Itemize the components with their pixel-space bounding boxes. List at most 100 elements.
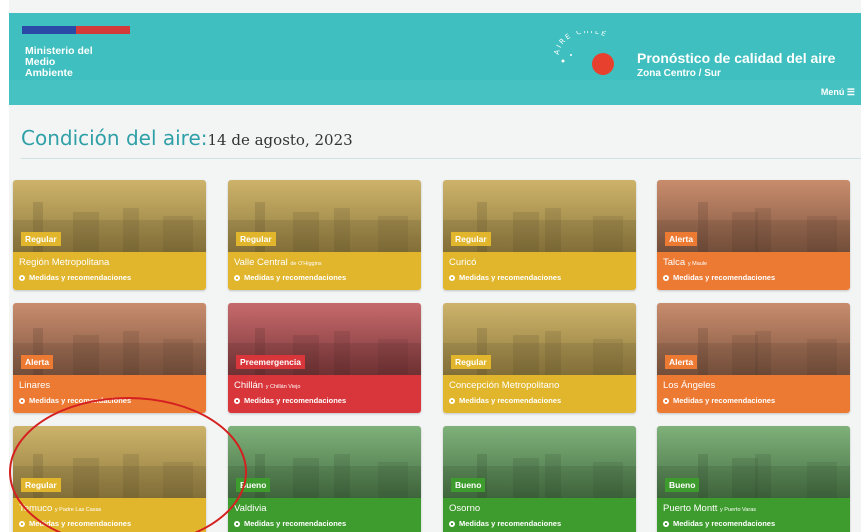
medidas-link[interactable]: Medidas y recomendaciones [234, 273, 346, 282]
status-badge: Alerta [665, 232, 698, 246]
medidas-label: Medidas y recomendaciones [673, 519, 776, 528]
region-suffix: y Maule [687, 261, 708, 267]
region-name[interactable]: Valle Central de O'Higgins [234, 257, 322, 268]
medidas-label: Medidas y recomendaciones [244, 519, 347, 528]
region-name[interactable]: Curicó [449, 257, 476, 268]
region-name[interactable]: Los Ángeles [663, 380, 715, 391]
region-label: Curicó [449, 257, 477, 268]
circle-bullet-icon [19, 274, 25, 281]
circle-bullet-icon [449, 520, 455, 527]
region-name[interactable]: Región Metropolitana [19, 257, 109, 268]
region-card[interactable]: Regular Curicó Medidas y recomendaciones [443, 180, 636, 290]
status-badge: Preemergencia [236, 355, 305, 369]
medidas-link[interactable]: Medidas y recomendaciones [663, 273, 775, 282]
status-badge: Bueno [665, 478, 700, 492]
medidas-link[interactable]: Medidas y recomendaciones [449, 273, 561, 282]
circle-bullet-icon [234, 520, 240, 527]
region-label: Chillán [234, 380, 264, 391]
region-card[interactable]: Regular Concepción Metropolitano Medidas… [443, 303, 636, 413]
region-photo[interactable]: Preemergencia [228, 303, 421, 375]
status-badge: Regular [451, 232, 491, 246]
region-photo[interactable]: Alerta [13, 303, 206, 375]
region-name[interactable]: Puerto Montt y Puerto Varas [663, 503, 756, 514]
ministry-line: Ambiente [25, 67, 73, 79]
region-suffix: y Puerto Varas [720, 507, 757, 513]
region-card[interactable]: Preemergencia Chillán y Chillán Viejo Me… [228, 303, 421, 413]
region-photo[interactable]: Regular [13, 180, 206, 252]
region-card[interactable]: Alerta Los Ángeles Medidas y recomendaci… [657, 303, 850, 413]
region-label: Concepción Metropolitano [449, 380, 560, 391]
medidas-link[interactable]: Medidas y recomendaciones [663, 396, 775, 405]
circle-bullet-icon [234, 397, 240, 404]
region-photo[interactable]: Regular [443, 180, 636, 252]
region-name[interactable]: Osorno [449, 503, 480, 514]
medidas-label: Medidas y recomendaciones [459, 273, 562, 282]
region-photo[interactable]: Alerta [657, 180, 850, 252]
medidas-link[interactable]: Medidas y recomendaciones [234, 519, 346, 528]
site-subtitle: Zona Centro / Sur [637, 68, 721, 79]
region-card[interactable]: Regular Región Metropolitana Medidas y r… [13, 180, 206, 290]
region-photo[interactable]: Regular [228, 180, 421, 252]
region-label: Región Metropolitana [19, 257, 110, 268]
condition-heading: Condición del aire:14 de agosto, 2023 [21, 126, 353, 150]
region-suffix: de O'Higgins [290, 261, 322, 267]
region-name[interactable]: Linares [19, 380, 50, 391]
highlight-circle [9, 397, 247, 532]
condition-date: 14 de agosto, 2023 [207, 131, 353, 149]
region-label: Valdivia [234, 503, 267, 514]
region-label: Puerto Montt [663, 503, 718, 514]
circle-bullet-icon [663, 397, 669, 404]
region-card[interactable]: Alerta Linares Medidas y recomendaciones [13, 303, 206, 413]
region-label: Linares [19, 380, 51, 391]
circle-bullet-icon [449, 274, 455, 281]
region-photo[interactable]: Regular [443, 303, 636, 375]
logo-text: AIRE CHILE [553, 31, 607, 55]
site-title: Pronóstico de calidad del aire [637, 50, 836, 66]
medidas-label: Medidas y recomendaciones [673, 396, 776, 405]
region-card[interactable]: Bueno Valdivia Medidas y recomendaciones [228, 426, 421, 532]
chile-flag-stripe [22, 26, 130, 34]
region-card[interactable]: Regular Valle Central de O'Higgins Medid… [228, 180, 421, 290]
svg-text:AIRE CHILE: AIRE CHILE [553, 31, 609, 55]
region-photo[interactable]: Bueno [657, 426, 850, 498]
medidas-link[interactable]: Medidas y recomendaciones [19, 273, 131, 282]
status-badge: Regular [21, 232, 61, 246]
medidas-label: Medidas y recomendaciones [29, 273, 132, 282]
region-card[interactable]: Bueno Osorno Medidas y recomendaciones [443, 426, 636, 532]
region-card[interactable]: Bueno Puerto Montt y Puerto Varas Medida… [657, 426, 850, 532]
circle-bullet-icon [663, 520, 669, 527]
medidas-link[interactable]: Medidas y recomendaciones [449, 519, 561, 528]
status-badge: Regular [236, 232, 276, 246]
circle-bullet-icon [19, 520, 25, 527]
region-photo[interactable]: Bueno [443, 426, 636, 498]
medidas-link[interactable]: Medidas y recomendaciones [449, 396, 561, 405]
region-name[interactable]: Chillán y Chillán Viejo [234, 380, 300, 391]
region-name[interactable]: Talca y Maule [663, 257, 707, 268]
divider [21, 158, 861, 159]
region-name[interactable]: Valdivia [234, 503, 267, 514]
region-label: Talca [663, 257, 686, 268]
menu-bar: Menú ☰ [9, 80, 861, 105]
region-photo[interactable]: Alerta [657, 303, 850, 375]
medidas-label: Medidas y recomendaciones [673, 273, 776, 282]
region-label: Los Ángeles [663, 380, 716, 391]
status-badge: Alerta [21, 355, 54, 369]
medidas-link[interactable]: Medidas y recomendaciones [663, 519, 775, 528]
page-frame: Ministerio del Medio Ambiente AIRE CHILE… [9, 0, 861, 532]
medidas-label: Medidas y recomendaciones [459, 519, 562, 528]
medidas-label: Medidas y recomendaciones [244, 273, 347, 282]
medidas-label: Medidas y recomendaciones [244, 396, 347, 405]
region-card[interactable]: Alerta Talca y Maule Medidas y recomenda… [657, 180, 850, 290]
site-header: Ministerio del Medio Ambiente AIRE CHILE… [9, 13, 861, 85]
medidas-label: Medidas y recomendaciones [459, 396, 562, 405]
status-badge: Alerta [665, 355, 698, 369]
circle-bullet-icon [19, 397, 25, 404]
region-photo[interactable]: Bueno [228, 426, 421, 498]
condition-title: Condición del aire: [21, 126, 208, 150]
ministry-logo[interactable]: Ministerio del Medio Ambiente [25, 46, 93, 79]
menu-button[interactable]: Menú ☰ [821, 87, 855, 98]
region-suffix: y Chillán Viejo [265, 384, 301, 390]
medidas-link[interactable]: Medidas y recomendaciones [234, 396, 346, 405]
region-name[interactable]: Concepción Metropolitano [449, 380, 559, 391]
circle-bullet-icon [449, 397, 455, 404]
